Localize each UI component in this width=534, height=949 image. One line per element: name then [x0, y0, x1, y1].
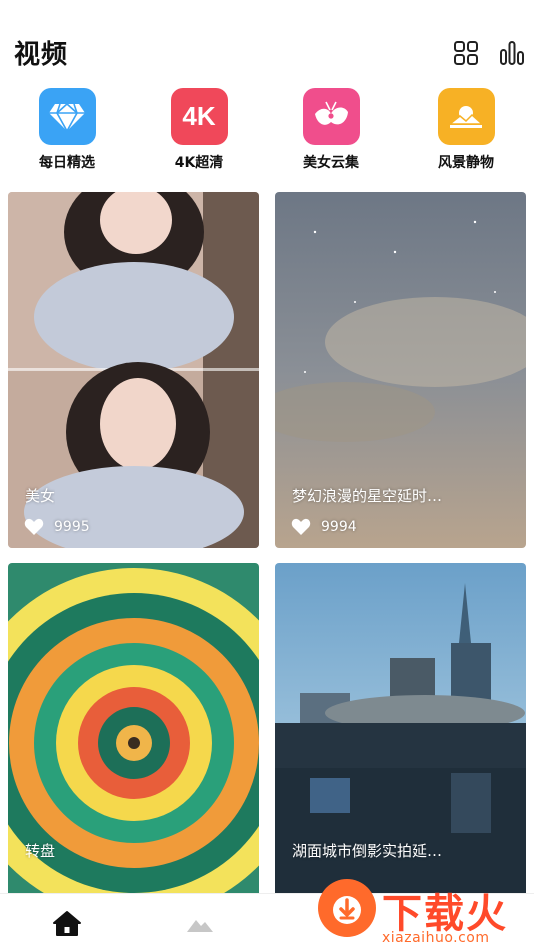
- video-card[interactable]: 梦幻浪漫的星空延时… 9994: [275, 192, 526, 548]
- category-label: 风景静物: [438, 155, 494, 171]
- home-icon[interactable]: [52, 910, 82, 936]
- like-count: 9995: [24, 518, 90, 536]
- grid-icon[interactable]: [453, 40, 479, 66]
- video-title: 美女: [25, 487, 56, 505]
- heart-icon[interactable]: [24, 518, 44, 536]
- category-label: 4K超清: [174, 155, 224, 171]
- butterfly-icon: [302, 88, 360, 145]
- like-count-value: 9995: [54, 519, 90, 535]
- page-title: 视频: [14, 40, 69, 70]
- category-label: 每日精选: [39, 155, 95, 171]
- video-title: 转盘: [25, 842, 56, 860]
- bar-chart-icon[interactable]: [499, 40, 525, 66]
- category-daily-picks[interactable]: 每日精选: [12, 88, 122, 172]
- 4k-icon-text: 4K: [182, 101, 216, 131]
- watermark-url: xiazaihuo.com: [382, 930, 490, 946]
- header: 视频: [0, 0, 534, 90]
- video-card[interactable]: 湖面城市倒影实拍延…: [275, 563, 526, 903]
- like-count-value: 9994: [321, 519, 357, 535]
- watermark: 下载火 xiazaihuo.com: [318, 877, 534, 949]
- category-label: 美女云集: [303, 155, 359, 171]
- diamond-icon: [38, 88, 96, 145]
- 4k-icon: 4K: [170, 88, 228, 145]
- video-title: 梦幻浪漫的星空延时…: [292, 487, 443, 505]
- video-card[interactable]: 转盘: [8, 563, 259, 903]
- category-4k[interactable]: 4K 4K超清: [144, 88, 254, 172]
- video-card[interactable]: 美女 9995: [8, 192, 259, 548]
- mountain-icon[interactable]: [185, 910, 215, 936]
- category-scenery[interactable]: 风景静物: [411, 88, 521, 172]
- category-beauty[interactable]: 美女云集: [276, 88, 386, 172]
- video-title: 湖面城市倒影实拍延…: [292, 842, 443, 860]
- like-count: 9994: [291, 518, 357, 536]
- category-bar: 每日精选 4K 4K超清 美女云集 风景静物: [0, 88, 534, 180]
- fire-logo-icon: [318, 879, 376, 937]
- landscape-icon: [437, 88, 495, 145]
- heart-icon[interactable]: [291, 518, 311, 536]
